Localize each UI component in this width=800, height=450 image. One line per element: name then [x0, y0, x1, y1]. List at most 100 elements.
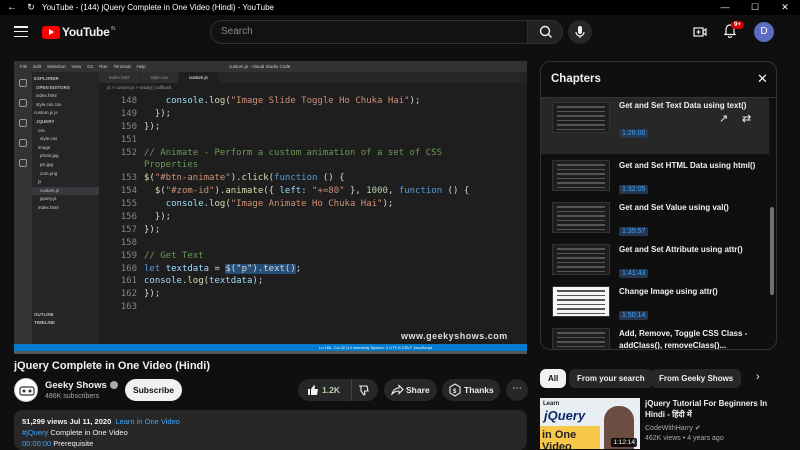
chapters-scrollbar[interactable] — [770, 207, 774, 295]
chapter-item[interactable]: Get and Set Text Data using text() 1:26:0… — [541, 98, 769, 154]
loop-icon[interactable]: ⇄ — [742, 112, 751, 125]
chapter-timestamp[interactable]: 1:35:57 — [619, 227, 649, 236]
channel-name[interactable]: Geeky Shows — [45, 380, 118, 391]
thumbs-up-icon — [308, 385, 318, 395]
playlist-link[interactable]: Learn in One Video — [115, 417, 180, 426]
explorer-item: EXPLORER — [34, 76, 59, 81]
line-number: 155 — [120, 199, 137, 210]
source-control-icon — [19, 119, 27, 127]
filter-chip[interactable]: From your search — [569, 369, 653, 388]
thanks-button[interactable]: $ Thanks — [442, 379, 500, 401]
hashtag-link[interactable]: #jQuery — [22, 428, 48, 437]
code-token: 1000 — [366, 186, 388, 197]
code-line: 156 }); — [99, 211, 527, 224]
chapter-item[interactable]: Get and Set HTML Data using html() 1:32:0… — [541, 154, 769, 196]
code-token: ); — [409, 96, 421, 106]
line-text: // Get Text — [144, 250, 204, 263]
share-button[interactable]: Share — [384, 379, 437, 401]
recommended-channel[interactable]: CodeWithHarry ✔ — [645, 424, 701, 432]
explorer-item: index.html — [38, 204, 59, 210]
chapter-item[interactable]: Change Image using attr() 1:50:14 — [541, 280, 769, 322]
timestamp-link[interactable]: 00:00:00 — [22, 439, 51, 448]
search-button[interactable] — [527, 20, 563, 44]
code-token: $("p").text() — [225, 263, 296, 274]
minimize-icon[interactable]: — — [710, 0, 740, 15]
recommended-title[interactable]: jQuery Tutorial For Beginners In Hindi -… — [645, 398, 770, 420]
line-text: let textdata = $("p").text(); — [144, 263, 301, 276]
explorer-item: index.html — [36, 93, 57, 99]
chapter-title: Get and Set Attribute using attr() — [619, 245, 743, 254]
vscode-menu: File Edit Selection View Go Run Terminal Help — [14, 64, 146, 69]
close-icon[interactable]: ✕ — [757, 71, 768, 87]
video-progress-bar[interactable] — [14, 351, 527, 354]
more-actions-button[interactable]: ⋯ — [506, 379, 528, 401]
search-icon — [539, 25, 552, 38]
code-token: Properties — [144, 160, 199, 171]
share-icon[interactable]: ↗ — [719, 112, 728, 125]
recommended-thumbnail[interactable]: Learn jQuery in One Video 1:12:14 — [540, 398, 640, 449]
subscribe-button[interactable]: Subscribe — [125, 379, 182, 401]
code-line: 148 console.log("Image Slide Toggle Ho C… — [99, 95, 527, 108]
chapter-thumbnail — [552, 160, 610, 191]
line-text: }); — [144, 121, 160, 134]
editor-tab: index.html — [99, 72, 140, 83]
code-editor: 148 console.log("Image Slide Toggle Ho C… — [99, 95, 527, 314]
user-avatar[interactable]: D — [754, 22, 774, 42]
explorer-item: style.css css — [36, 101, 62, 107]
line-number: 149 — [120, 108, 137, 119]
voice-search-button[interactable] — [568, 20, 592, 44]
filter-chip[interactable]: From Geeky Shows — [651, 369, 742, 388]
menu-icon[interactable] — [14, 26, 28, 38]
code-token: }); — [144, 121, 161, 132]
chevron-right-icon[interactable]: › — [756, 371, 760, 383]
description-box[interactable]: 51,299 views Jul 11, 2020 Learn in One V… — [14, 410, 527, 450]
thanks-label: Thanks — [464, 385, 494, 395]
vscode-statusbar: Ln 160, Col 32 (14 selected) Spaces: 4 U… — [14, 344, 527, 351]
line-text: $("#btn-animate").click(function () { — [144, 172, 345, 185]
chapter-item[interactable]: Get and Set Attribute using attr() 1:41:4… — [541, 238, 769, 280]
more-dots-icon: ⋯ — [512, 383, 522, 394]
chapter-timestamp[interactable]: 1:50:14 — [619, 311, 649, 320]
create-video-icon[interactable] — [693, 25, 707, 39]
line-text: Properties — [144, 159, 198, 172]
code-token: animate — [225, 186, 264, 197]
channel-avatar[interactable] — [14, 378, 38, 402]
description-line-1: 51,299 views Jul 11, 2020 Learn in One V… — [22, 416, 519, 427]
chapter-timestamp[interactable]: 1:41:43 — [619, 269, 649, 278]
code-line: 158 — [99, 237, 527, 250]
line-number: 151 — [120, 134, 137, 145]
line-text: }); — [144, 108, 171, 121]
explorer-item: style.css — [40, 136, 58, 142]
chapter-item[interactable]: Get and Set Value using val() 1:35:57 — [541, 196, 769, 238]
back-arrow-icon[interactable]: ← — [0, 2, 24, 13]
vscode-menu-item: Selection — [47, 64, 66, 69]
chapter-timestamp[interactable]: 1:32:05 — [619, 185, 649, 194]
filter-chip[interactable]: All — [540, 369, 567, 388]
search-code-icon — [19, 99, 27, 107]
share-label: Share — [406, 385, 430, 395]
window-titlebar: ← ↻ YouTube - (144) jQuery Complete in O… — [0, 0, 800, 15]
code-token: ); — [382, 199, 394, 210]
chapter-item[interactable]: Add, Remove, Toggle CSS Class - addClass… — [541, 322, 769, 349]
line-text: // Animate - Perform a custom animation … — [144, 147, 442, 160]
close-window-icon[interactable]: ✕ — [770, 0, 800, 15]
code-line: Properties — [99, 159, 527, 172]
search-input[interactable]: Search — [210, 20, 528, 44]
line-number: 154 — [120, 186, 137, 197]
chapter-title: Get and Set Text Data using text() — [619, 101, 747, 110]
code-line: 157}); — [99, 224, 527, 237]
video-player[interactable]: File Edit Selection View Go Run Terminal Help c… — [14, 61, 527, 351]
line-number: 160 — [120, 263, 137, 274]
code-token: log — [209, 96, 226, 106]
chapter-timestamp[interactable]: 1:26:00 — [619, 129, 649, 138]
like-button[interactable]: 1.2K — [304, 379, 352, 401]
line-number: 153 — [120, 173, 137, 184]
code-token: textdata — [209, 276, 253, 287]
maximize-icon[interactable]: ☐ — [740, 0, 770, 15]
thumbs-down-icon[interactable] — [356, 379, 372, 401]
youtube-logo[interactable]: YouTube IN — [42, 25, 115, 39]
reload-icon[interactable]: ↻ — [24, 2, 38, 13]
like-dislike-group: 1.2K — [298, 379, 378, 401]
